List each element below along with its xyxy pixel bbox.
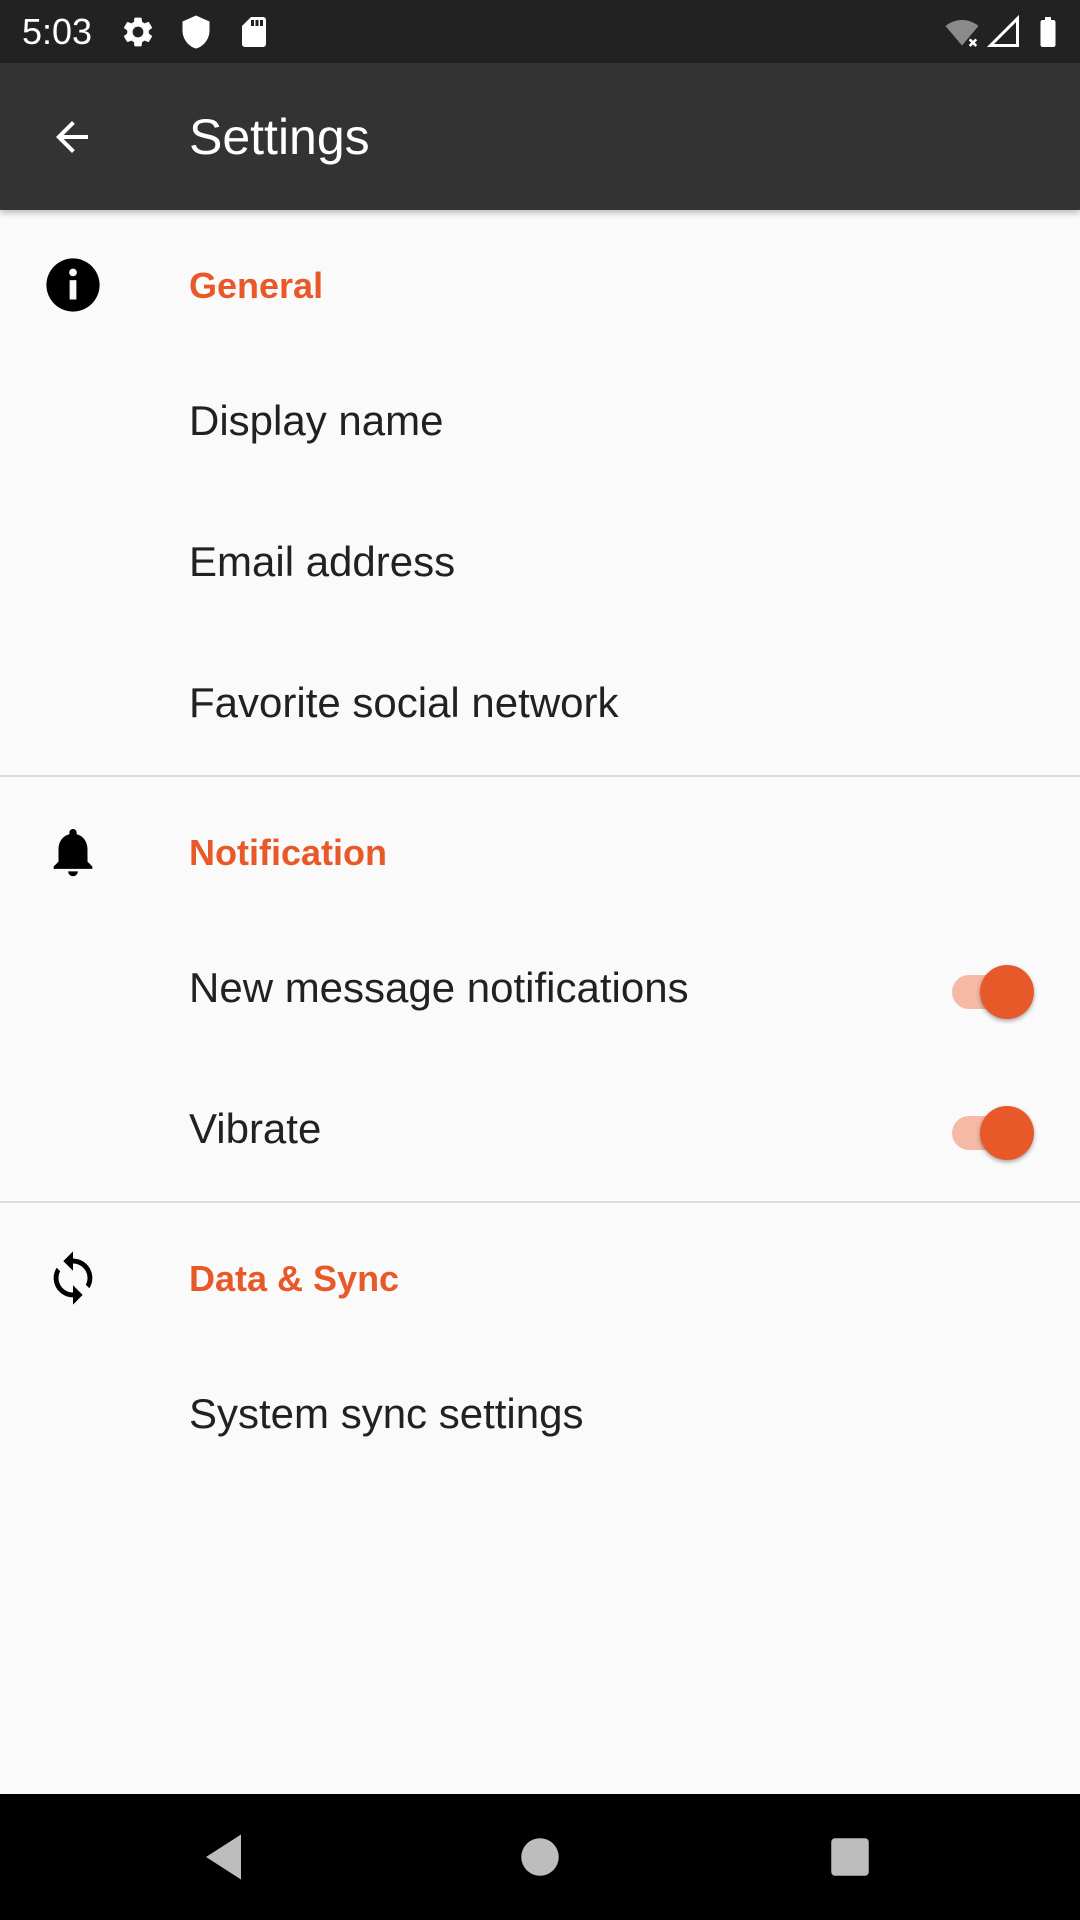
pref-label: System sync settings	[189, 1390, 584, 1437]
section-header-data-sync: Data & Sync	[0, 1203, 1080, 1343]
app-bar: Settings	[0, 63, 1080, 210]
wifi-off-icon	[944, 14, 980, 50]
toggle-thumb	[980, 1106, 1034, 1160]
section-title-data-sync: Data & Sync	[189, 1258, 400, 1299]
bell-icon	[44, 823, 102, 881]
sd-card-icon	[236, 14, 272, 50]
section-data-sync: Data & Sync System sync settings	[0, 1203, 1080, 1484]
nav-back-button[interactable]	[196, 1827, 256, 1887]
pref-label: Display name	[189, 397, 444, 444]
arrow-left-icon	[56, 121, 88, 153]
section-general: General Display name Email address Favor…	[0, 210, 1080, 773]
new-message-notifications-toggle[interactable]	[946, 965, 1034, 1019]
section-title-general: General	[189, 265, 324, 306]
section-notification: Notification New message notifications V…	[0, 777, 1080, 1199]
pref-new-message-notifications[interactable]: New message notifications	[0, 917, 1080, 1058]
gear-icon	[120, 14, 156, 50]
system-nav-bar	[0, 1794, 1080, 1920]
pref-email-address[interactable]: Email address	[0, 491, 1080, 632]
page-title: Settings	[189, 109, 370, 165]
back-triangle-icon	[206, 1834, 241, 1880]
nav-recents-button[interactable]	[820, 1827, 880, 1887]
back-button[interactable]	[36, 101, 108, 173]
recents-square-icon	[831, 1838, 869, 1876]
pref-label: Favorite social network	[189, 679, 619, 726]
section-title-notification: Notification	[189, 832, 387, 873]
vibrate-toggle[interactable]	[946, 1106, 1034, 1160]
section-header-general: General	[0, 210, 1080, 350]
info-icon	[44, 256, 102, 314]
pref-label: New message notifications	[189, 964, 689, 1011]
shield-icon	[178, 14, 214, 50]
sync-icon	[44, 1249, 102, 1307]
battery-icon	[1030, 14, 1066, 50]
pref-label: Email address	[189, 538, 456, 585]
pref-display-name[interactable]: Display name	[0, 350, 1080, 491]
pref-favorite-social-network[interactable]: Favorite social network	[0, 632, 1080, 773]
section-header-notification: Notification	[0, 777, 1080, 917]
pref-system-sync-settings[interactable]: System sync settings	[0, 1343, 1080, 1484]
status-time: 5:03	[22, 11, 93, 52]
toggle-thumb	[980, 965, 1034, 1019]
home-circle-icon	[521, 1838, 559, 1876]
status-bar: 5:03	[0, 0, 1080, 63]
nav-home-button[interactable]	[510, 1827, 570, 1887]
pref-label: Vibrate	[189, 1105, 322, 1152]
signal-icon	[986, 14, 1022, 50]
settings-list: General Display name Email address Favor…	[0, 210, 1080, 1484]
pref-vibrate[interactable]: Vibrate	[0, 1058, 1080, 1199]
